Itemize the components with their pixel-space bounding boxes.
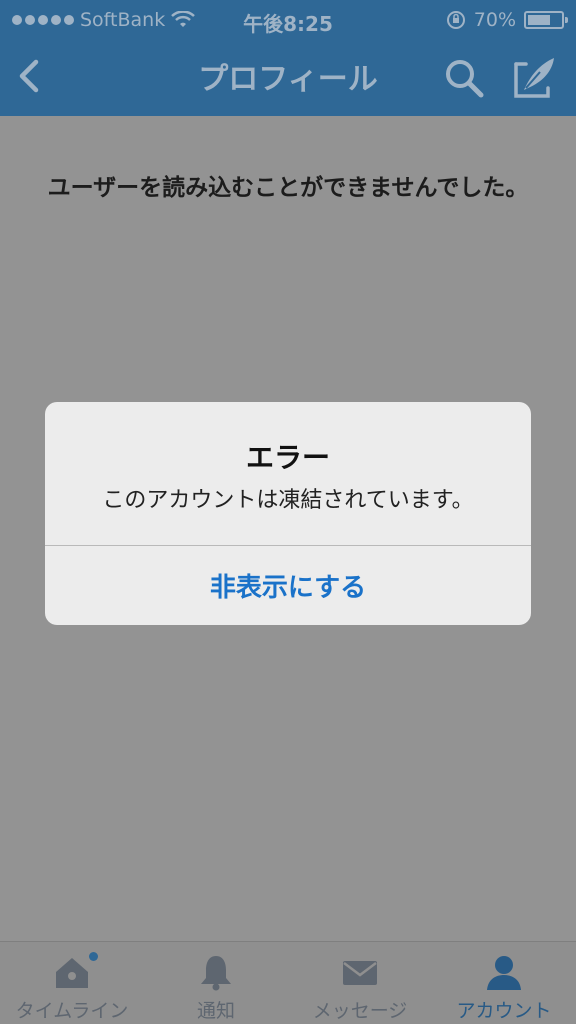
load-error-message: ユーザーを読み込むことができませんでした。 <box>47 175 529 201</box>
battery-icon <box>524 11 568 29</box>
status-right: 70% <box>446 9 568 31</box>
page-title: プロフィール <box>198 62 378 97</box>
unread-badge <box>89 952 98 961</box>
tab-timeline[interactable]: タイムライン <box>0 942 144 1024</box>
tab-label-account: アカウント <box>456 1000 552 1022</box>
navigation-bar: プロフィール <box>0 40 576 116</box>
alert-message: このアカウントは凍結されています。 <box>102 488 474 513</box>
tab-bar: タイムライン 通知 メッセージ アカウント <box>0 941 576 1024</box>
tab-label-timeline: タイムライン <box>15 1000 129 1022</box>
tab-label-messages: メッセージ <box>312 1000 408 1022</box>
app-header: SoftBank 午後8:25 70% プロフィール <box>0 0 576 116</box>
hide-button[interactable]: 非表示にする <box>45 546 531 625</box>
battery-percentage: 70% <box>473 9 516 31</box>
person-icon <box>484 952 524 992</box>
tab-label-notifications: 通知 <box>196 1000 235 1022</box>
tab-notifications[interactable]: 通知 <box>144 942 288 1024</box>
status-bar: SoftBank 午後8:25 70% <box>0 0 576 40</box>
home-icon <box>52 952 98 992</box>
rotation-lock-icon <box>446 11 465 29</box>
bell-icon <box>196 952 236 992</box>
tab-messages[interactable]: メッセージ <box>288 942 432 1024</box>
search-icon[interactable] <box>442 56 486 100</box>
alert-title: エラー <box>245 441 330 474</box>
compose-icon[interactable] <box>512 54 558 100</box>
envelope-icon <box>340 952 380 992</box>
error-alert-dialog: エラー このアカウントは凍結されています。 非表示にする <box>45 402 531 625</box>
tab-account[interactable]: アカウント <box>432 942 576 1024</box>
